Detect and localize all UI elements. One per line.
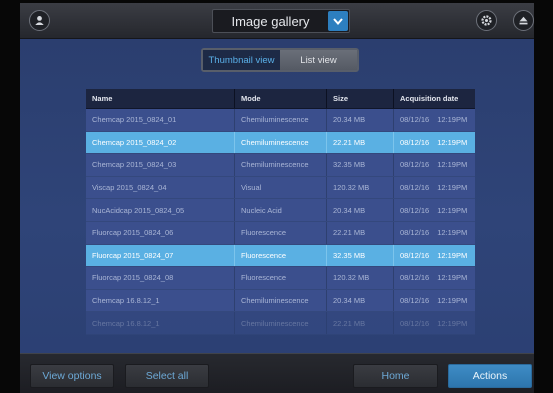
- settings-button[interactable]: [476, 10, 497, 31]
- cell-name: Fluorcap 2015_0824_08: [86, 267, 235, 289]
- chevron-down-icon: [333, 17, 343, 25]
- gallery-title-dropdown[interactable]: Image gallery: [212, 9, 350, 33]
- actions-button[interactable]: Actions: [448, 364, 532, 388]
- cell-size: 20.34 MB: [327, 199, 394, 221]
- cell-date-time: 12:19PM: [437, 273, 468, 283]
- view-options-button[interactable]: View options: [30, 364, 114, 388]
- cell-date-day: 08/12/16: [400, 183, 430, 193]
- device-frame: Image gallery Thumbnail view List view N…: [0, 0, 553, 393]
- cell-date-time: 12:19PM: [437, 250, 468, 260]
- cell-mode: Fluorescence: [235, 244, 327, 267]
- column-header-mode[interactable]: Mode: [235, 89, 327, 108]
- cell-name: Fluorcap 2015_0824_07: [86, 244, 235, 267]
- cell-name: Chemcap 2015_0824_01: [86, 109, 235, 131]
- cell-date: 08/12/16 12:19PM: [394, 109, 475, 131]
- cell-name: Fluorcap 2015_0824_06: [86, 221, 235, 244]
- cell-date-time: 12:19PM: [437, 137, 468, 147]
- cell-date-day: 08/12/16: [400, 228, 430, 238]
- cell-date-day: 08/12/16: [400, 318, 430, 328]
- table-header: Name Mode Size Acquisition date: [86, 89, 475, 109]
- table-row[interactable]: Chemcap 16.8.12_1 Chemiluminescence 22.21 …: [86, 312, 475, 335]
- cell-size: 22.21 MB: [327, 221, 394, 244]
- cell-date-time: 12:19PM: [437, 205, 468, 215]
- cell-mode: Fluorescence: [235, 267, 327, 289]
- table-row[interactable]: Chemcap 2015_0824_01 Chemiluminescence 20.…: [86, 109, 475, 132]
- cell-mode: Chemiluminescence: [235, 131, 327, 154]
- column-header-name[interactable]: Name: [86, 89, 235, 108]
- cell-date-day: 08/12/16: [400, 273, 430, 283]
- cell-size: 120.32 MB: [327, 176, 394, 199]
- cell-date-day: 08/12/16: [400, 137, 430, 147]
- cell-date: 08/12/16 12:19PM: [394, 267, 475, 289]
- home-button[interactable]: Home: [353, 364, 438, 388]
- gear-icon: [481, 15, 492, 26]
- table-row[interactable]: Chemcap 2015_0824_02 Chemiluminescence 22.…: [86, 131, 475, 155]
- column-header-size[interactable]: Size: [327, 89, 394, 108]
- table-row[interactable]: NucAcidcap 2015_0824_05 Nucleic Acid 20.34…: [86, 199, 475, 222]
- eject-icon: [519, 16, 528, 25]
- top-bar: Image gallery: [20, 3, 534, 39]
- cell-date: 08/12/16 12:19PM: [394, 222, 475, 244]
- cell-size: 22.21 MB: [327, 312, 394, 334]
- cell-size: 32.35 MB: [327, 244, 394, 267]
- cell-date-day: 08/12/16: [400, 160, 430, 170]
- cell-date-day: 08/12/16: [400, 296, 430, 306]
- list-view-tab[interactable]: List view: [280, 50, 357, 70]
- view-toggle: Thumbnail view List view: [201, 48, 359, 72]
- cell-mode: Fluorescence: [235, 221, 327, 244]
- bottom-bar: View options Select all Home Actions: [20, 353, 534, 393]
- column-header-date[interactable]: Acquisition date: [394, 89, 475, 108]
- cell-name: NucAcidcap 2015_0824_05: [86, 199, 235, 221]
- cell-date-time: 12:19PM: [437, 183, 468, 193]
- cell-date-time: 12:19PM: [437, 160, 468, 170]
- table-row[interactable]: Viscap 2015_0824_04 Visual 120.32 MB 08/12/…: [86, 176, 475, 200]
- cell-date: 08/12/16 12:19PM: [394, 154, 475, 176]
- cell-mode: Visual: [235, 176, 327, 199]
- cell-name: Chemcap 2015_0824_02: [86, 131, 235, 154]
- table-row[interactable]: Fluorcap 2015_0824_08 Fluorescence 120.32 …: [86, 267, 475, 290]
- cell-size: 32.35 MB: [327, 154, 394, 176]
- page-title: Image gallery: [231, 13, 310, 29]
- cell-date-time: 12:19PM: [437, 318, 468, 328]
- cell-size: 22.21 MB: [327, 131, 394, 154]
- cell-date-day: 08/12/16: [400, 205, 430, 215]
- cell-mode: Chemiluminescence: [235, 154, 327, 176]
- cell-size: 20.34 MB: [327, 289, 394, 312]
- cell-date-day: 08/12/16: [400, 115, 430, 125]
- table-row[interactable]: Chemcap 2015_0824_03 Chemiluminescence 32.…: [86, 154, 475, 177]
- user-icon: [35, 16, 44, 25]
- user-button[interactable]: [29, 10, 50, 31]
- cell-name: Chemcap 16.8.12_1: [86, 312, 235, 334]
- cell-name: Chemcap 2015_0824_03: [86, 154, 235, 176]
- cell-name: Viscap 2015_0824_04: [86, 176, 235, 199]
- cell-date-time: 12:19PM: [437, 296, 468, 306]
- cell-date-time: 12:19PM: [437, 228, 468, 238]
- cell-date: 08/12/16 12:19PM: [394, 177, 475, 199]
- cell-date: 08/12/16 12:19PM: [394, 290, 475, 312]
- thumbnail-view-tab[interactable]: Thumbnail view: [203, 50, 280, 70]
- cell-date-time: 12:19PM: [437, 115, 468, 125]
- cell-size: 120.32 MB: [327, 267, 394, 289]
- eject-button[interactable]: [513, 10, 534, 31]
- app-screen: Image gallery Thumbnail view List view N…: [20, 3, 534, 393]
- cell-mode: Chemiluminescence: [235, 109, 327, 131]
- table-row[interactable]: Chemcap 16.8.12_1 Chemiluminescence 20.34 …: [86, 289, 475, 313]
- table-row[interactable]: Fluorcap 2015_0824_07 Fluorescence 32.35 M…: [86, 244, 475, 268]
- cell-date: 08/12/16 12:19PM: [394, 312, 475, 334]
- cell-mode: Chemiluminescence: [235, 289, 327, 312]
- cell-date: 08/12/16 12:19PM: [394, 132, 475, 154]
- table-body: Chemcap 2015_0824_01 Chemiluminescence 20.…: [86, 109, 475, 335]
- cell-mode: Nucleic Acid: [235, 199, 327, 221]
- cell-date: 08/12/16 12:19PM: [394, 199, 475, 221]
- cell-mode: Chemiluminescence: [235, 312, 327, 334]
- select-all-button[interactable]: Select all: [125, 364, 209, 388]
- image-table: Name Mode Size Acquisition date Chemcap …: [86, 89, 475, 335]
- cell-size: 20.34 MB: [327, 109, 394, 131]
- cell-date-day: 08/12/16: [400, 250, 430, 260]
- title-dropdown-button[interactable]: [328, 11, 348, 31]
- cell-name: Chemcap 16.8.12_1: [86, 289, 235, 312]
- table-row[interactable]: Fluorcap 2015_0824_06 Fluorescence 22.21 M…: [86, 221, 475, 245]
- cell-date: 08/12/16 12:19PM: [394, 245, 475, 267]
